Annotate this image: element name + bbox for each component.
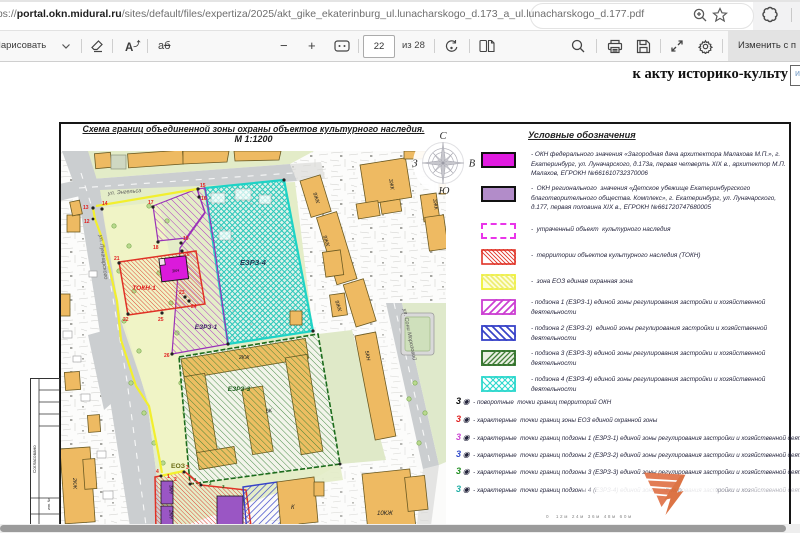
svg-text:2: 2: [174, 477, 177, 483]
svg-text:2КЖ: 2КЖ: [71, 477, 77, 490]
svg-text:1: 1: [194, 477, 197, 482]
svg-text:21: 21: [114, 256, 120, 262]
svg-text:17: 17: [148, 200, 154, 206]
svg-text:ТОКН-1: ТОКН-1: [132, 285, 156, 292]
svg-text:1: 1: [167, 474, 170, 480]
svg-text:15: 15: [200, 183, 206, 189]
svg-text:2КЖ: 2КЖ: [238, 355, 250, 361]
svg-text:Согласовано: Согласовано: [32, 445, 37, 473]
svg-text:К: К: [291, 505, 295, 511]
svg-text:2: 2: [209, 481, 212, 486]
svg-text:23: 23: [179, 290, 185, 296]
svg-text:24: 24: [191, 304, 197, 310]
svg-text:14: 14: [102, 201, 108, 207]
svg-text:20: 20: [184, 252, 190, 258]
svg-text:26: 26: [164, 353, 170, 359]
svg-text:З: З: [412, 159, 417, 170]
svg-text:3: 3: [186, 465, 189, 471]
svg-text:ЕЗРЗ-4: ЕЗРЗ-4: [240, 258, 267, 267]
svg-text:25: 25: [158, 317, 164, 323]
svg-text:3: 3: [222, 484, 225, 489]
svg-text:22: 22: [123, 317, 129, 323]
svg-text:12: 12: [84, 219, 90, 225]
svg-text:3КН: 3КН: [169, 485, 174, 494]
svg-text:16: 16: [201, 196, 207, 202]
svg-text:4: 4: [156, 469, 159, 475]
svg-text:10КЖ: 10КЖ: [377, 511, 393, 517]
svg-text:инв. №: инв. №: [47, 498, 51, 510]
svg-text:В: В: [469, 159, 476, 170]
svg-text:ЕЗРЗ-1: ЕЗРЗ-1: [195, 324, 218, 331]
svg-text:С: С: [439, 131, 447, 142]
svg-text:ЕЗРЗ-3: ЕЗРЗ-3: [228, 386, 251, 393]
svg-text:2КН: 2КН: [169, 509, 174, 519]
svg-text:13: 13: [83, 205, 89, 211]
svg-text:ЕОЗ: ЕОЗ: [171, 463, 185, 470]
svg-text:3КН: 3КН: [172, 268, 180, 274]
svg-text:18: 18: [153, 245, 159, 251]
svg-text:Ю: Ю: [438, 186, 450, 197]
svg-text:19: 19: [183, 236, 189, 242]
